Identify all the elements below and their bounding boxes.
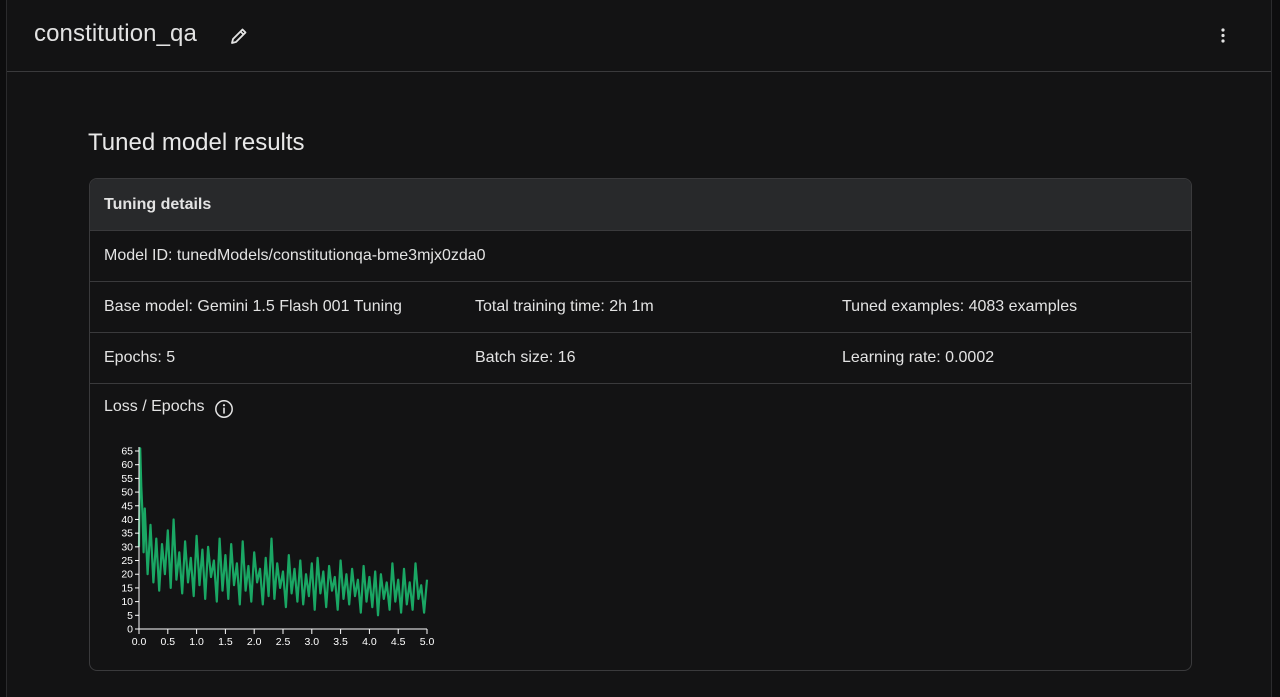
y-tick-label: 55: [121, 473, 133, 485]
total-training-time: Total training time: 2h 1m: [475, 298, 654, 315]
y-tick-label: 30: [121, 541, 133, 553]
y-tick-label: 10: [121, 596, 133, 608]
y-tick-label: 0: [127, 624, 133, 636]
x-tick-label: 1.5: [218, 636, 233, 648]
hyperparams-row: Epochs: 5 Batch size: 16 Learning rate: …: [90, 333, 1191, 384]
y-tick-label: 5: [127, 610, 133, 622]
x-tick-label: 5.0: [420, 636, 435, 648]
x-tick-label: 4.0: [362, 636, 377, 648]
tuning-details-heading: Tuning details: [90, 179, 1191, 231]
page-title: constitution_qa: [34, 20, 197, 47]
x-tick-label: 4.5: [391, 636, 406, 648]
model-id: Model ID: tunedModels/constitutionqa-bme…: [104, 247, 486, 264]
training-info-row: Base model: Gemini 1.5 Flash 001 Tuning …: [90, 282, 1191, 333]
loss-series-line: [137, 447, 429, 617]
section-title: Tuned model results: [88, 129, 305, 156]
y-tick-label: 35: [121, 528, 133, 540]
app-window: constitution_qa Tuned model results Tuni…: [6, 0, 1272, 697]
y-tick-label: 65: [121, 446, 133, 458]
x-tick-label: 2.5: [276, 636, 291, 648]
epochs: Epochs: 5: [104, 349, 176, 366]
learning-rate: Learning rate: 0.0002: [842, 349, 995, 366]
y-tick-label: 40: [121, 514, 133, 526]
y-tick-label: 60: [121, 459, 133, 471]
loss-section: Loss / Epochs 0 5 10 15 20 25 30 35 40 45 50 55 60 65…: [90, 384, 1191, 670]
more-vert-icon[interactable]: [1211, 24, 1235, 48]
y-tick-label: 25: [121, 555, 133, 567]
batch-size: Batch size: 16: [475, 349, 576, 366]
top-bar: constitution_qa: [7, 0, 1271, 72]
tuned-examples: Tuned examples: 4083 examples: [842, 298, 1078, 315]
x-tick-label: 2.0: [247, 636, 262, 648]
x-tick-label: 3.5: [333, 636, 348, 648]
y-tick-label: 50: [121, 487, 133, 499]
loss-chart: 0 5 10 1520 25 3035 40 4550 55 6065 0.0 0.5 1.0 1.5 2.…: [121, 446, 435, 649]
x-tick-label: 1.0: [189, 636, 204, 648]
y-tick-label: 45: [121, 500, 133, 512]
y-tick-label: 20: [121, 569, 133, 581]
y-tick-label: 15: [121, 582, 133, 594]
x-tick-label: 3.0: [304, 636, 319, 648]
x-tick-label: 0.0: [132, 636, 147, 648]
x-tick-label: 0.5: [160, 636, 175, 648]
tuning-details-card: Tuning details Model ID: tunedModels/con…: [89, 178, 1192, 671]
pencil-icon[interactable]: [227, 24, 251, 48]
model-id-row: Model ID: tunedModels/constitutionqa-bme…: [90, 231, 1191, 282]
base-model: Base model: Gemini 1.5 Flash 001 Tuning: [104, 298, 402, 315]
